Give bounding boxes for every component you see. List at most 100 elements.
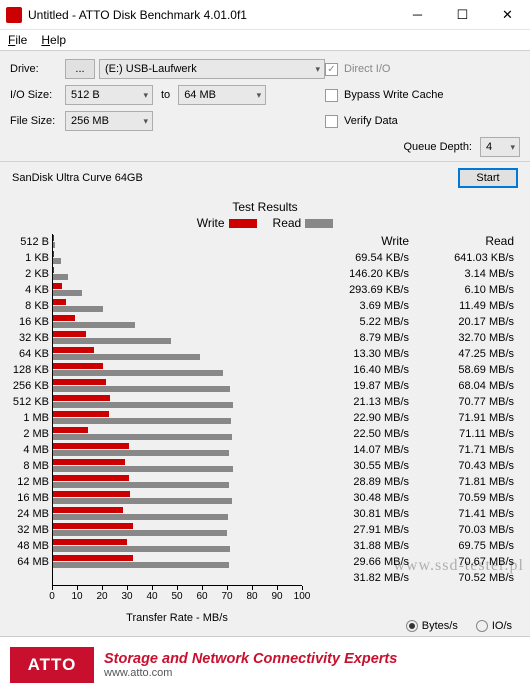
x-tick: 80 — [246, 591, 257, 602]
y-tick: 4 MB — [10, 442, 49, 458]
filesize-select[interactable]: 256 MB — [65, 111, 153, 131]
x-tick: 40 — [146, 591, 157, 602]
minimize-button[interactable]: ─ — [395, 0, 440, 30]
iosize-label: I/O Size: — [10, 89, 65, 101]
bar-row — [53, 282, 302, 298]
read-bar — [53, 242, 55, 248]
table-row: 3.69 MB/s11.49 MB/s — [310, 298, 520, 314]
verify-data-checkbox[interactable]: Verify Data — [325, 115, 520, 128]
bytes-radio[interactable]: Bytes/s — [406, 620, 458, 632]
legend-write-swatch — [229, 219, 257, 228]
read-bar — [53, 402, 233, 408]
x-tick: 0 — [49, 591, 55, 602]
write-bar — [53, 523, 133, 529]
write-bar — [53, 379, 106, 385]
write-bar — [53, 475, 129, 481]
table-row: 28.89 MB/s71.81 MB/s — [310, 474, 520, 490]
read-bar — [53, 562, 229, 568]
watermark: www.ssd-tester.pl — [393, 557, 524, 575]
x-axis: 0102030405060708090100 Transfer Rate - M… — [52, 586, 302, 614]
footer-tagline: Storage and Network Connectivity Experts — [104, 651, 530, 667]
bar-row — [53, 378, 302, 394]
direct-io-checkbox[interactable]: Direct I/O — [325, 63, 520, 76]
x-tick: 30 — [121, 591, 132, 602]
menubar: File Help — [0, 30, 530, 51]
y-tick: 8 KB — [10, 298, 49, 314]
bar-row — [53, 554, 302, 570]
y-tick: 512 KB — [10, 394, 49, 410]
table-row: 30.81 MB/s71.41 MB/s — [310, 506, 520, 522]
footer-url: www.atto.com — [104, 667, 530, 679]
x-tick: 70 — [221, 591, 232, 602]
table-row: 69.54 KB/s641.03 KB/s — [310, 250, 520, 266]
table-row: 31.88 MB/s69.75 MB/s — [310, 538, 520, 554]
y-tick: 12 MB — [10, 474, 49, 490]
read-bar — [53, 514, 228, 520]
read-bar — [53, 546, 230, 552]
table-row: 16.40 MB/s58.69 MB/s — [310, 362, 520, 378]
write-bar — [53, 411, 109, 417]
read-bar — [53, 482, 229, 488]
browse-button[interactable]: ... — [65, 59, 95, 79]
col-write: Write — [310, 234, 415, 250]
legend: Write Read — [10, 216, 520, 230]
to-label: to — [157, 89, 174, 101]
bar-row — [53, 442, 302, 458]
write-bar — [53, 539, 127, 545]
ios-radio[interactable]: IO/s — [476, 620, 512, 632]
x-axis-label: Transfer Rate - MB/s — [52, 612, 302, 624]
read-bar — [53, 290, 82, 296]
maximize-button[interactable]: ☐ — [440, 0, 485, 30]
read-bar — [53, 498, 232, 504]
start-button[interactable]: Start — [458, 168, 518, 188]
write-bar — [53, 331, 86, 337]
write-bar — [53, 459, 125, 465]
filesize-label: File Size: — [10, 115, 65, 127]
table-row: 22.50 MB/s71.11 MB/s — [310, 426, 520, 442]
io-from-select[interactable]: 512 B — [65, 85, 153, 105]
table-row: 21.13 MB/s70.77 MB/s — [310, 394, 520, 410]
bar-row — [53, 522, 302, 538]
table-row: 13.30 MB/s47.25 MB/s — [310, 346, 520, 362]
bar-row — [53, 298, 302, 314]
bar-row — [53, 346, 302, 362]
menu-help[interactable]: Help — [41, 33, 66, 47]
table-row: 8.79 MB/s32.70 MB/s — [310, 330, 520, 346]
window-title: Untitled - ATTO Disk Benchmark 4.01.0f1 — [28, 8, 395, 22]
read-bar — [53, 386, 230, 392]
bypass-cache-checkbox[interactable]: Bypass Write Cache — [325, 89, 520, 102]
read-bar — [53, 434, 232, 440]
read-bar — [53, 354, 200, 360]
table-row: 30.48 MB/s70.59 MB/s — [310, 490, 520, 506]
drive-select[interactable]: (E:) USB-Laufwerk — [99, 59, 325, 79]
x-tick: 10 — [71, 591, 82, 602]
bar-row — [53, 250, 302, 266]
bar-row — [53, 506, 302, 522]
menu-file[interactable]: File — [8, 33, 27, 47]
read-bar — [53, 370, 223, 376]
y-tick: 48 MB — [10, 538, 49, 554]
table-row: 22.90 MB/s71.91 MB/s — [310, 410, 520, 426]
io-to-select[interactable]: 64 MB — [178, 85, 266, 105]
close-button[interactable]: ✕ — [485, 0, 530, 30]
results-table: Write Read 69.54 KB/s641.03 KB/s146.20 K… — [310, 234, 520, 586]
y-tick: 256 KB — [10, 378, 49, 394]
queue-select[interactable]: 4 — [480, 137, 520, 157]
atto-logo: ATTO — [10, 647, 94, 683]
table-row: 5.22 MB/s20.17 MB/s — [310, 314, 520, 330]
bar-row — [53, 234, 302, 250]
write-bar — [53, 395, 110, 401]
write-bar — [53, 363, 103, 369]
config-form: Drive: ... (E:) USB-Laufwerk Direct I/O … — [0, 51, 530, 162]
read-bar — [53, 306, 103, 312]
write-bar — [53, 491, 130, 497]
y-tick: 8 MB — [10, 458, 49, 474]
read-bar — [53, 466, 233, 472]
read-bar — [53, 418, 231, 424]
read-bar — [53, 450, 229, 456]
y-tick: 24 MB — [10, 506, 49, 522]
write-bar — [53, 427, 88, 433]
read-bar — [53, 274, 68, 280]
bar-row — [53, 314, 302, 330]
y-tick: 512 B — [10, 234, 49, 250]
